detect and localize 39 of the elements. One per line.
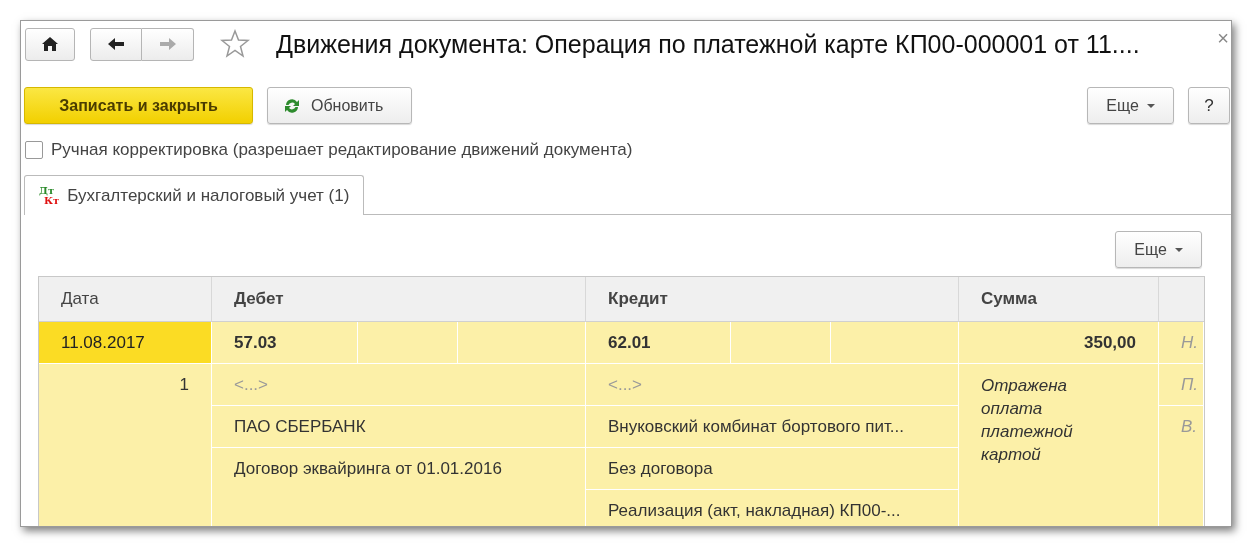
- close-button[interactable]: ×: [1217, 27, 1229, 49]
- refresh-button[interactable]: Обновить: [267, 87, 412, 124]
- help-button[interactable]: ?: [1188, 87, 1230, 124]
- home-button[interactable]: [25, 27, 75, 61]
- table-cell: 1: [39, 364, 212, 526]
- home-icon: [41, 36, 59, 52]
- column-header: Дебет: [212, 277, 586, 322]
- table-cell: 57.03: [212, 322, 358, 364]
- table-cell: Отражена оплата платежной картой: [959, 364, 1159, 526]
- caret-icon: [1174, 247, 1183, 252]
- refresh-icon: [282, 96, 302, 115]
- table-cell: Н.: [1159, 322, 1204, 364]
- table-cell: П.: [1159, 364, 1204, 406]
- table-cell: <...>: [586, 364, 959, 406]
- table-cell[interactable]: 11.08.2017: [39, 322, 212, 364]
- checkbox-label: Ручная корректировка (разрешает редактирование движений документа): [51, 140, 633, 160]
- column-header: Дата: [39, 277, 212, 322]
- table-cell: Реализация (акт, накладная) КП00-...: [586, 490, 959, 526]
- column-header: Кредит: [586, 277, 959, 322]
- table-cell: В.: [1159, 406, 1204, 526]
- checkbox[interactable]: [25, 141, 43, 159]
- table-cell: Без договора: [586, 448, 959, 490]
- star-icon[interactable]: [220, 29, 250, 59]
- forward-arrow-icon: [157, 36, 178, 52]
- back-button[interactable]: [90, 27, 142, 61]
- table-cell: 62.01: [586, 322, 731, 364]
- table-cell: Договор эквайринга от 01.01.2016: [212, 448, 586, 526]
- back-arrow-icon: [106, 36, 126, 52]
- table-cell: ПАО СБЕРБАНК: [212, 406, 586, 448]
- more-button[interactable]: Еще: [1115, 231, 1202, 268]
- save-and-close-button[interactable]: Записать и закрыть: [24, 87, 253, 124]
- caret-icon: [1146, 103, 1155, 108]
- table-cell: <...>: [212, 364, 586, 406]
- more-button[interactable]: Еще: [1087, 87, 1174, 124]
- table-cell: 350,00: [959, 322, 1159, 364]
- column-header: Сумма: [959, 277, 1159, 322]
- window-title: Движения документа: Операция по платежной карте КП00-000001 от 11....: [276, 29, 1140, 59]
- table-cell: Внуковский комбинат бортового пит...: [586, 406, 959, 448]
- debit-credit-icon: Дт Кт: [39, 185, 60, 206]
